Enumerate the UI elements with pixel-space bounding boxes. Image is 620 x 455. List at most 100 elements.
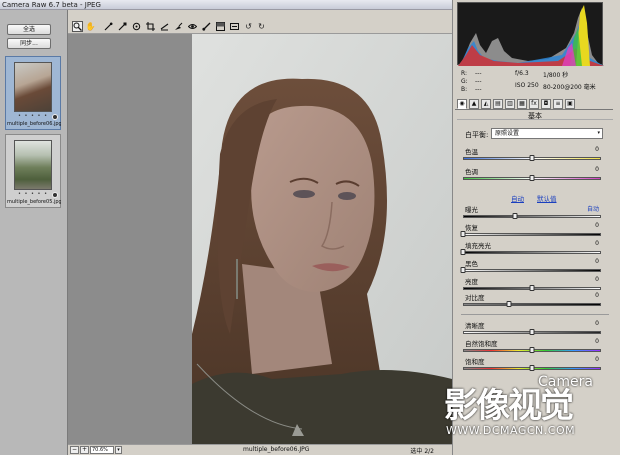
white-balance-select[interactable]: 原照设置 ▾	[491, 128, 603, 139]
tab-hsl-icon[interactable]: ▤	[493, 99, 503, 109]
tab-camera-calibration-icon[interactable]: ◘	[541, 99, 551, 109]
slider-value[interactable]: 0	[595, 166, 599, 173]
slider-value[interactable]: 0	[595, 240, 599, 247]
iso-value: ISO 250	[515, 82, 539, 89]
portrait-image	[192, 34, 452, 444]
rotate-ccw-icon[interactable]: ↺	[243, 21, 254, 32]
thumbnail-name: multiple_before05.jpg	[7, 199, 61, 205]
image-canvas[interactable]	[68, 34, 452, 444]
adjustments-panel: R: --- G: --- B: --- f/6.3 1/800 秒 ISO 2…	[452, 0, 620, 455]
target-adjust-icon[interactable]	[131, 21, 142, 32]
graduated-filter-icon[interactable]	[215, 21, 226, 32]
g-label: G:	[461, 78, 468, 85]
slider-value[interactable]: 0	[595, 222, 599, 229]
slider-knob[interactable]	[529, 347, 535, 353]
slider-label: 色温	[465, 148, 478, 156]
aperture-value: f/6.3	[515, 70, 529, 77]
slider-knob[interactable]	[460, 231, 466, 237]
slider-label: 色调	[465, 168, 478, 176]
section-title: 基本	[457, 111, 613, 120]
window-title: Camera Raw 6.7 beta - JPEG	[2, 1, 101, 9]
slider-knob[interactable]	[529, 175, 535, 181]
tab-split-toning-icon[interactable]: ▥	[505, 99, 515, 109]
auto-link[interactable]: 自动	[511, 193, 524, 203]
filmstrip: 全选 同步... • • • • • multiple_before06.jpg…	[0, 10, 68, 455]
select-all-button[interactable]: 全选	[7, 24, 51, 35]
slider-knob[interactable]	[460, 249, 466, 255]
temp-slider[interactable]: 色温 0	[461, 146, 613, 164]
tab-snapshots-icon[interactable]: ▣	[565, 99, 575, 109]
white-balance-icon[interactable]	[103, 21, 114, 32]
zoom-dropdown-icon[interactable]: ▾	[115, 446, 122, 454]
slider-track[interactable]	[463, 269, 601, 272]
slider-value[interactable]: 0	[595, 338, 599, 345]
thumbnail-item[interactable]: • • • • • multiple_before06.jpg	[5, 56, 61, 130]
default-link[interactable]: 默认值	[537, 193, 557, 203]
slider-label: 恢复	[465, 224, 478, 232]
sync-button[interactable]: 同步...	[7, 38, 51, 49]
b-label: B:	[461, 86, 468, 93]
tab-effects-icon[interactable]: fx	[529, 99, 539, 109]
thumbnail-image	[14, 140, 52, 190]
slider-value[interactable]: 0	[595, 320, 599, 327]
fill-light-slider[interactable]: 填充亮光 0	[460, 240, 613, 258]
slider-knob[interactable]	[460, 267, 466, 273]
auto-default-row: 自动 默认值	[465, 193, 609, 203]
edited-badge-icon	[52, 114, 58, 120]
edited-badge-icon	[52, 192, 58, 198]
zoom-in-button[interactable]: +	[80, 446, 89, 454]
section-divider	[461, 314, 609, 315]
rotate-cw-icon[interactable]: ↻	[256, 21, 267, 32]
recovery-slider[interactable]: 恢复 0	[460, 222, 613, 240]
exposure-slider[interactable]: 曝光 自动	[461, 204, 613, 222]
slider-value[interactable]: 0	[595, 276, 599, 283]
histogram	[457, 2, 604, 66]
white-balance-label: 白平衡:	[465, 131, 489, 139]
lens-value: 80-200@200 毫米	[543, 84, 596, 91]
straighten-icon[interactable]	[159, 21, 170, 32]
slider-value[interactable]: 自动	[587, 204, 599, 213]
slider-knob[interactable]	[506, 301, 512, 307]
tint-slider[interactable]: 色调 0	[461, 166, 613, 184]
slider-knob[interactable]	[529, 365, 535, 371]
slider-value[interactable]: 0	[595, 146, 599, 153]
slider-knob[interactable]	[529, 329, 535, 335]
preferences-icon[interactable]	[229, 21, 240, 32]
slider-knob[interactable]	[529, 155, 535, 161]
vibrance-slider[interactable]: 自然饱和度 0	[461, 338, 613, 356]
slider-value[interactable]: 0	[595, 356, 599, 363]
clarity-slider[interactable]: 清晰度 0	[461, 320, 613, 338]
color-sampler-icon[interactable]	[117, 21, 128, 32]
slider-track[interactable]	[463, 251, 601, 254]
slider-track[interactable]	[463, 215, 601, 218]
r-value: ---	[475, 70, 482, 77]
adjustment-brush-icon[interactable]	[201, 21, 212, 32]
spot-removal-icon[interactable]	[173, 21, 184, 32]
thumbnail-item[interactable]: • • • • • multiple_before05.jpg	[5, 134, 61, 208]
zoom-out-button[interactable]: −	[70, 446, 79, 454]
tab-tone-curve-icon[interactable]: ▲	[469, 99, 479, 109]
slider-knob[interactable]	[512, 213, 518, 219]
tab-lens-icon[interactable]: ▦	[517, 99, 527, 109]
slider-label: 黑色	[465, 260, 478, 268]
slider-label: 清晰度	[465, 322, 485, 330]
tab-basic-icon[interactable]: ◉	[457, 99, 467, 109]
saturation-slider[interactable]: 饱和度 0	[461, 356, 613, 374]
slider-track[interactable]	[463, 303, 601, 306]
blacks-slider[interactable]: 黑色 0	[460, 258, 613, 276]
slider-track[interactable]	[463, 233, 601, 236]
tab-detail-icon[interactable]: ◭	[481, 99, 491, 109]
zoom-icon[interactable]	[72, 21, 83, 32]
crop-icon[interactable]	[145, 21, 156, 32]
contrast-slider[interactable]: 对比度 0	[461, 292, 613, 310]
slider-value[interactable]: 0	[595, 292, 599, 299]
selection-count: 选中 2/2	[410, 448, 434, 455]
zoom-field[interactable]: 70.6%	[90, 446, 114, 454]
slider-knob[interactable]	[529, 285, 535, 291]
tab-presets-icon[interactable]: ≡	[553, 99, 563, 109]
slider-label: 自然饱和度	[465, 340, 498, 348]
slider-value[interactable]: 0	[595, 258, 599, 265]
slider-label: 饱和度	[465, 358, 485, 366]
red-eye-icon[interactable]	[187, 21, 198, 32]
hand-icon[interactable]: ✋	[85, 21, 96, 32]
